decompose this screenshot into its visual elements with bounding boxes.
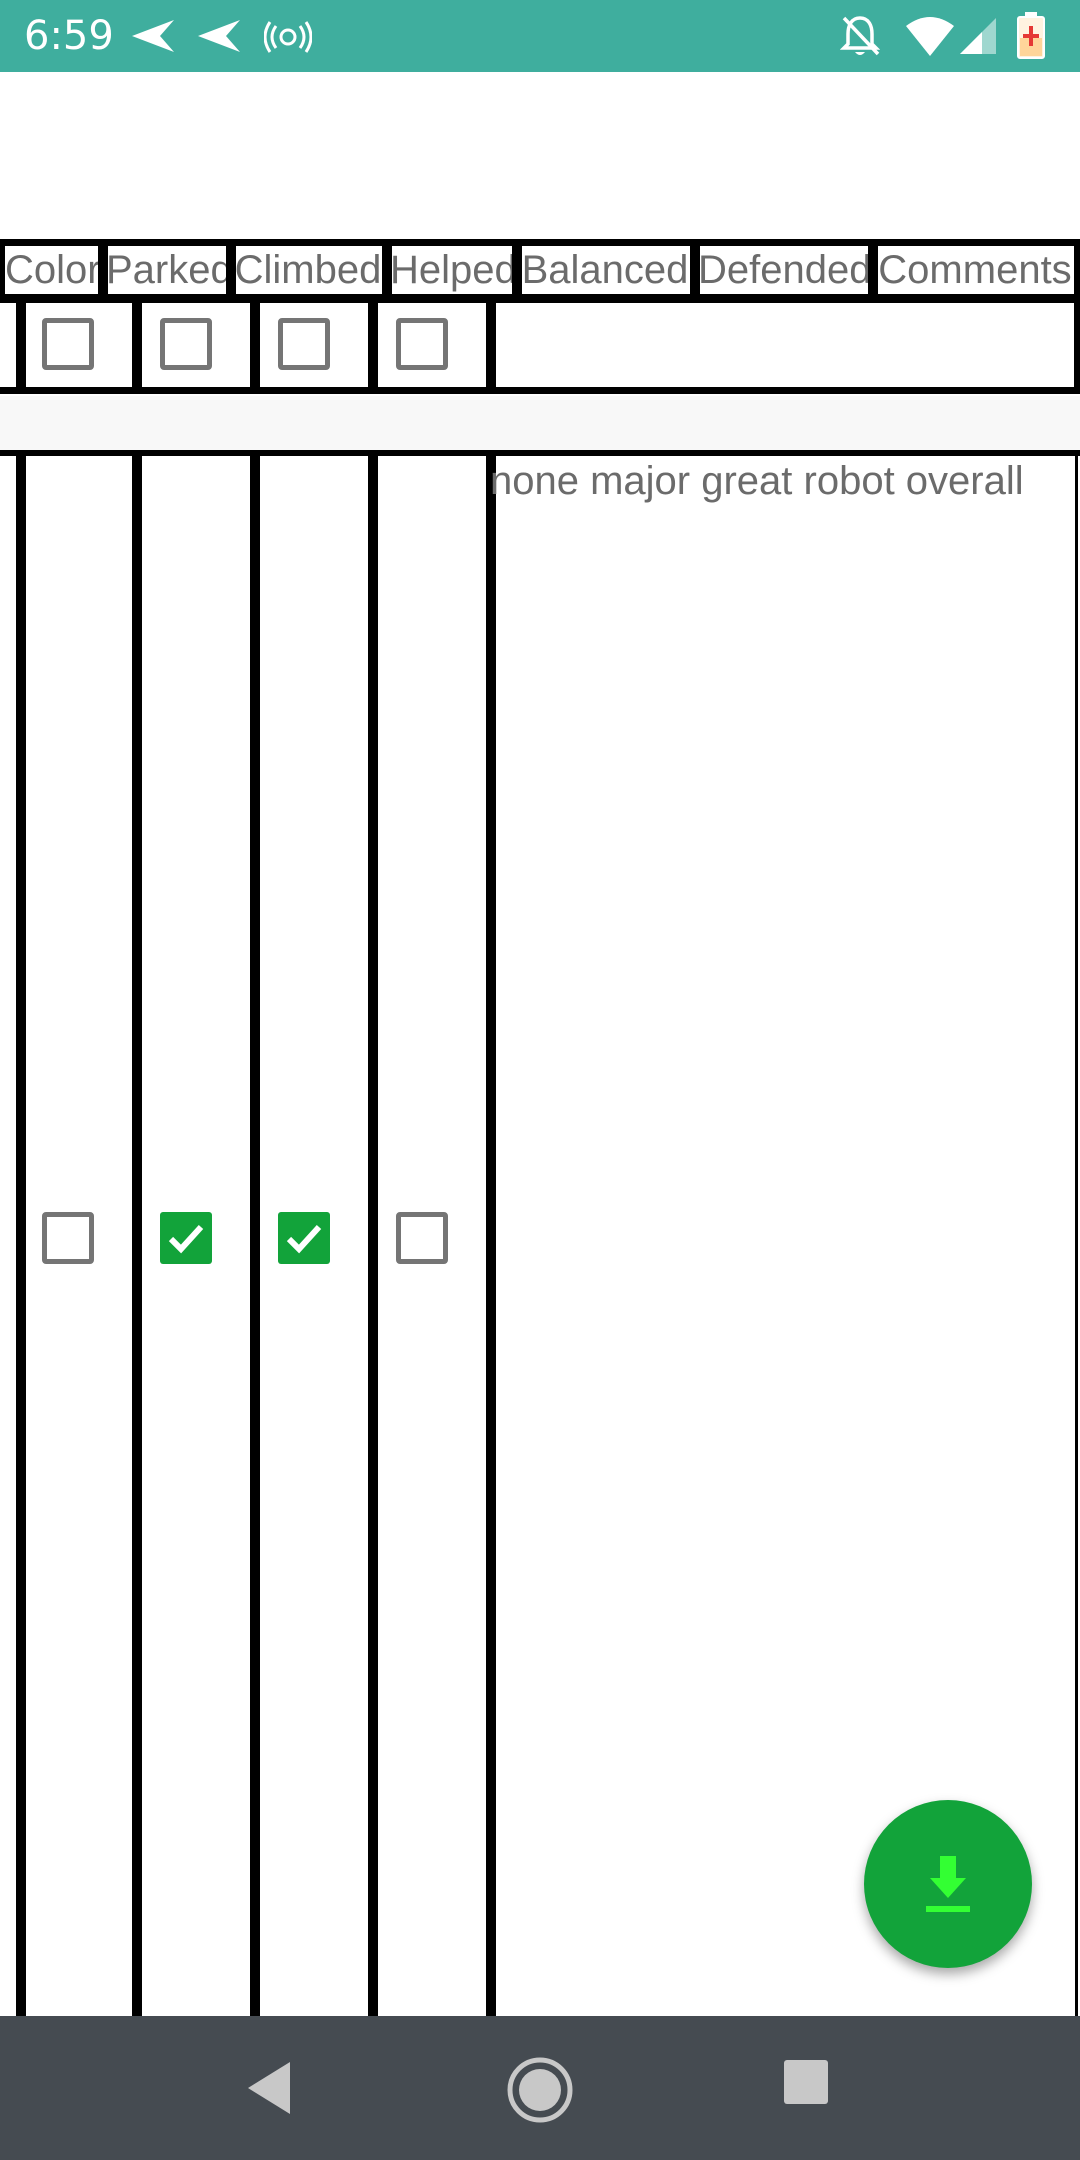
header-divider [1074,240,1080,300]
cell-divider [368,452,378,2016]
row2-parked-checkbox[interactable] [160,1212,212,1264]
row-divider [0,387,1080,394]
header-defended: Defended [698,248,868,292]
back-icon[interactable] [240,2056,300,2120]
battery-charging-icon [1017,12,1045,59]
row1-parked-checkbox[interactable] [160,318,212,370]
status-bar: 6:59 [0,0,1080,72]
header-parked: Parked [106,248,226,292]
row-divider [0,449,1080,456]
row2-climbed-checkbox[interactable] [278,1212,330,1264]
status-time: 6:59 [24,13,114,59]
cell-divider [368,300,378,390]
header-climbed: Climbed [234,248,382,292]
wifi-icon [906,17,954,56]
notifications-off-icon [840,16,880,56]
cell-divider [132,452,142,2016]
cell-divider [16,452,26,2016]
signal-icon [960,18,996,54]
cell-divider [250,452,260,2016]
cell-divider [1074,300,1080,390]
cell-divider [16,300,26,390]
header-color: Color [5,248,98,292]
send-icon [198,20,240,52]
home-icon[interactable] [502,2052,578,2128]
row2-helped-checkbox[interactable] [396,1212,448,1264]
row1-color-checkbox[interactable] [42,318,94,370]
broadcast-icon [264,21,312,53]
download-icon [926,1856,970,1912]
row2-comments[interactable]: none major great robot overall [490,456,1075,506]
download-button[interactable] [864,1800,1032,1968]
navigation-bar [0,2016,1080,2160]
cell-divider [132,300,142,390]
cell-divider [1075,452,1078,2016]
row-separator [0,396,1080,450]
check-icon [168,1224,204,1254]
header-helped: Helped [390,248,512,292]
cell-divider [486,300,496,390]
row1-helped-checkbox[interactable] [396,318,448,370]
header-comments: Comments [878,248,1072,292]
row2-color-checkbox[interactable] [42,1212,94,1264]
check-icon [286,1224,322,1254]
send-icon [132,20,174,52]
recents-icon[interactable] [782,2058,830,2106]
cell-divider [250,300,260,390]
cell-divider [486,452,496,2016]
row1-climbed-checkbox[interactable] [278,318,330,370]
header-balanced: Balanced [521,248,689,292]
